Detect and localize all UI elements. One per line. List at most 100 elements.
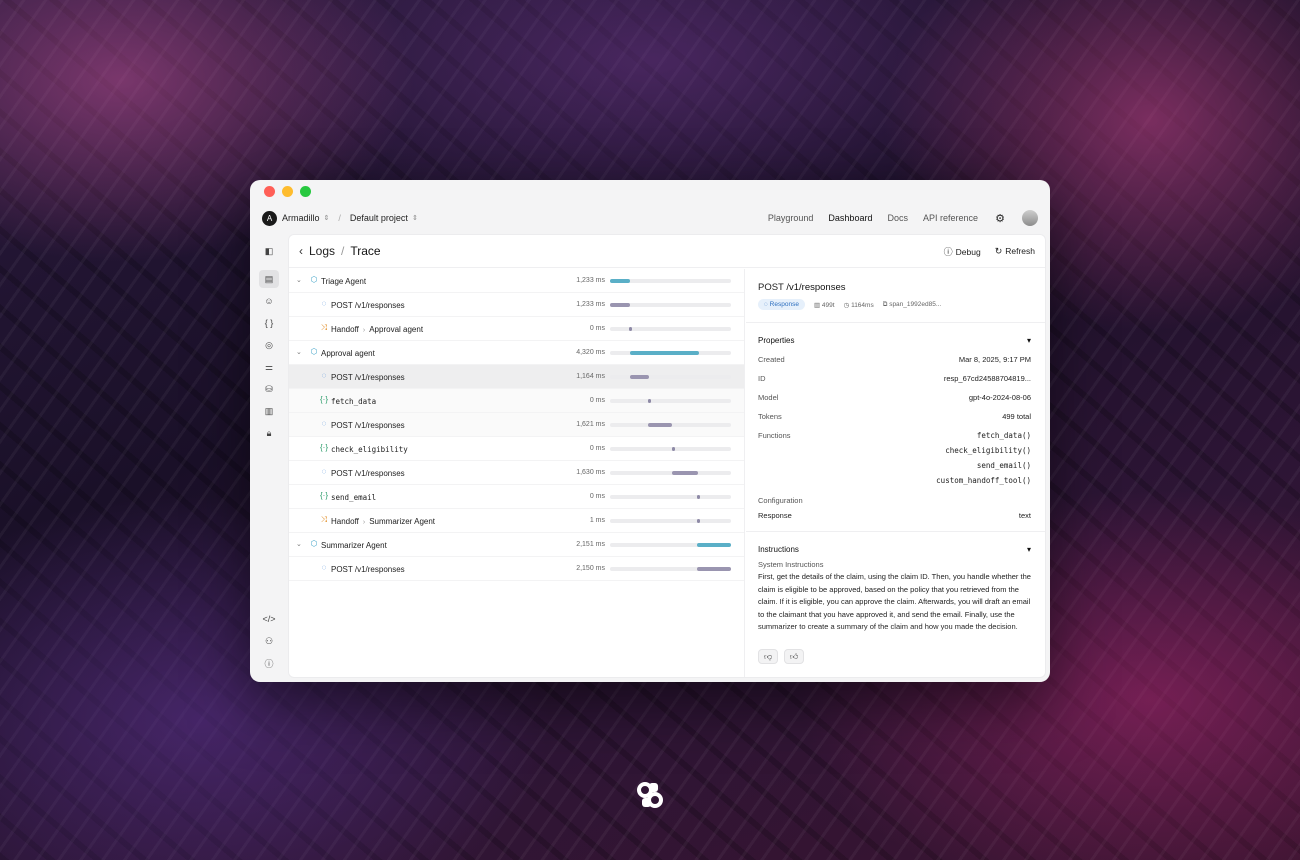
label-text: Approval agent xyxy=(369,325,424,334)
status-badge: ◌ Response xyxy=(758,299,805,310)
trace-row[interactable]: ◌ POST /v1/responses 2,150 ms xyxy=(289,557,744,581)
prop-key: ID xyxy=(758,374,766,383)
prop-model: Model gpt-4o-2024-08-06 xyxy=(758,393,1031,402)
trace-row[interactable]: {·} send_email 0 ms xyxy=(289,485,744,509)
trace-label: Summarizer Agent xyxy=(321,541,387,550)
brand-logo xyxy=(637,782,663,808)
trace-label: Triage Agent xyxy=(321,277,366,286)
prop-tokens: Tokens 499 total xyxy=(758,412,1031,421)
usage-chart-icon[interactable]: ▥ xyxy=(259,402,279,420)
timeline-track xyxy=(610,303,731,307)
gear-icon[interactable]: ⚙ xyxy=(993,211,1007,225)
timeline-bar xyxy=(629,327,633,331)
duration: 1,630 ms xyxy=(576,469,605,476)
lock-icon[interactable]: 🔒︎ xyxy=(259,424,279,442)
org-avatar: A xyxy=(262,210,277,226)
trace-row[interactable]: ◌ POST /v1/responses 1,164 ms xyxy=(289,365,744,389)
explore-icon[interactable]: ◎ xyxy=(259,336,279,354)
nav-playground[interactable]: Playground xyxy=(768,213,814,223)
instructions-header[interactable]: Instructions ▾ xyxy=(758,545,1031,554)
nav-dashboard[interactable]: Dashboard xyxy=(828,213,872,223)
span-id-meta[interactable]: ⧉ span_1992ed85... xyxy=(883,301,942,309)
prop-key: Functions xyxy=(758,431,791,440)
chevron-down-icon[interactable]: ⌄ xyxy=(296,540,302,548)
debug-button[interactable]: ⓘ Debug xyxy=(944,245,981,258)
trace-row[interactable]: {·} fetch_data 0 ms xyxy=(289,389,744,413)
span-method: POST xyxy=(758,282,784,293)
trace-label: POST /v1/responses xyxy=(331,469,405,478)
close-window-button[interactable] xyxy=(264,185,275,197)
trace-row[interactable]: ◌ POST /v1/responses 1,233 ms xyxy=(289,293,744,317)
minimize-window-button[interactable] xyxy=(282,185,293,197)
thumbs-up-icon[interactable]: 👍︎ xyxy=(784,649,804,664)
logs-icon[interactable]: ▤ xyxy=(259,270,279,288)
tokens-value: 499t xyxy=(821,301,835,309)
trace-panel: ‹ Logs / Trace ⓘ Debug ↻ Refresh ⌄ ⬡ Triage … xyxy=(288,234,1046,678)
breadcrumb-separator: / xyxy=(338,213,341,223)
code-icon[interactable]: </> xyxy=(259,610,279,628)
trace-row[interactable]: ⌄ ⬡ Approval agent 4,320 ms xyxy=(289,341,744,365)
properties-header[interactable]: Properties ▾ xyxy=(758,336,1031,345)
breadcrumb-logs[interactable]: Logs xyxy=(309,244,335,258)
refresh-button[interactable]: ↻ Refresh xyxy=(995,246,1035,257)
panel-header: ‹ Logs / Trace ⓘ Debug ↻ Refresh xyxy=(289,235,1045,268)
trace-row[interactable]: ◌ POST /v1/responses 1,621 ms xyxy=(289,413,744,437)
trace-label: POST /v1/responses xyxy=(331,421,405,430)
nav-api-reference[interactable]: API reference xyxy=(923,213,978,223)
zoom-window-button[interactable] xyxy=(300,185,311,197)
trace-label: POST /v1/responses xyxy=(331,565,405,574)
trace-row[interactable]: ◌ POST /v1/responses 1,630 ms xyxy=(289,461,744,485)
sidebar-toggle-icon[interactable]: ◧ xyxy=(259,242,279,260)
avatar[interactable] xyxy=(1022,210,1038,226)
settings-sliders-icon[interactable]: ⚌ xyxy=(259,358,279,376)
timeline-bar xyxy=(648,399,652,403)
duration: 0 ms xyxy=(589,325,605,332)
timeline-bar xyxy=(696,519,700,523)
chevron-updown-icon: ⇕ xyxy=(323,215,330,222)
nav-docs[interactable]: Docs xyxy=(887,213,908,223)
back-chevron-icon[interactable]: ‹ xyxy=(299,244,303,258)
prop-key: Model xyxy=(758,393,779,402)
chevron-down-icon[interactable]: ⌄ xyxy=(296,348,302,356)
storage-icon[interactable]: ⛁ xyxy=(259,380,279,398)
label-text: POST xyxy=(331,373,353,382)
project-name: Default project xyxy=(349,213,408,223)
prop-key: Configuration xyxy=(758,496,803,505)
trace-label: POST /v1/responses xyxy=(331,373,405,382)
chevron-right-icon: › xyxy=(362,327,366,334)
trace-row[interactable]: {·} check_eligibility 0 ms xyxy=(289,437,744,461)
assistants-icon[interactable]: ☺ xyxy=(259,292,279,310)
latency-value: 1164ms xyxy=(851,301,874,309)
duration: 1,233 ms xyxy=(576,277,605,284)
timeline-bar xyxy=(671,471,698,475)
timeline-bar xyxy=(697,567,731,571)
label-text: POST xyxy=(331,301,353,310)
org-switcher[interactable]: A Armadillo ⇕ xyxy=(262,210,330,226)
prop-created: Created Mar 8, 2025, 9:17 PM xyxy=(758,355,1031,364)
project-switcher[interactable]: Default project ⇕ xyxy=(350,213,418,223)
trace-label: fetch_data xyxy=(331,397,376,406)
response-icon: ◌ xyxy=(321,299,327,308)
team-icon[interactable]: ⚇ xyxy=(259,632,279,650)
tokens-meta: ▥ 499t xyxy=(814,301,835,309)
label-text: /v1/responses xyxy=(354,565,405,574)
label-text: Handoff xyxy=(331,325,359,334)
trace-row[interactable]: ⌄ ⬡ Triage Agent 1,233 ms xyxy=(289,269,744,293)
timeline-track xyxy=(610,423,731,427)
duration: 4,320 ms xyxy=(576,349,605,356)
prop-key: Tokens xyxy=(758,412,782,421)
chevron-down-icon[interactable]: ⌄ xyxy=(296,276,302,284)
label-text: System Instructions xyxy=(758,560,824,569)
trace-row[interactable]: ⤨ Handoff › Summarizer Agent 1 ms xyxy=(289,509,744,533)
help-icon[interactable]: ⓘ xyxy=(259,654,279,672)
duration: 1,621 ms xyxy=(576,421,605,428)
instructions-title: Instructions xyxy=(758,545,799,554)
timeline-bar xyxy=(697,543,731,547)
trace-row[interactable]: ⌄ ⬡ Summarizer Agent 2,151 ms xyxy=(289,533,744,557)
timeline-bar xyxy=(648,423,673,427)
sidebar: ◧ ▤ ☺ { } ◎ ⚌ ⛁ ▥ 🔒︎ </> ⚇ ⓘ xyxy=(250,234,288,682)
trace-row[interactable]: ⤨ Handoff › Approval agent 0 ms xyxy=(289,317,744,341)
functions-icon[interactable]: { } xyxy=(259,314,279,332)
thumbs-down-icon[interactable]: 👎︎ xyxy=(758,649,778,664)
label-text: Triage Agent xyxy=(321,277,367,286)
